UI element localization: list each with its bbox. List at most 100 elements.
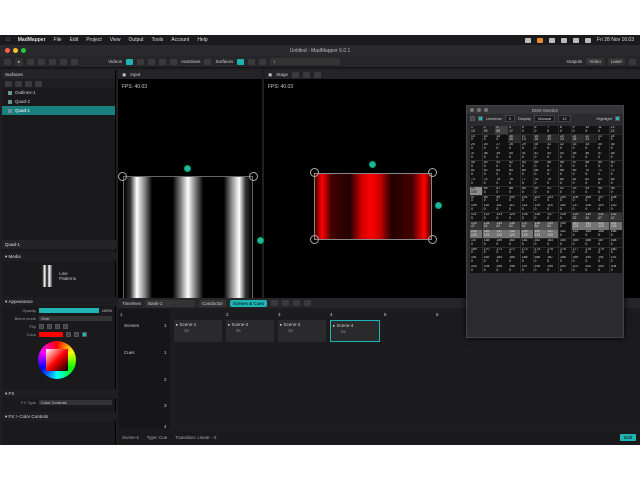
group-surface-icon[interactable] (25, 80, 32, 87)
dmx-zoom-button[interactable] (484, 108, 488, 112)
search-icon[interactable] (573, 37, 580, 43)
autosave-toggle[interactable] (204, 58, 212, 65)
color-controls-section[interactable]: ▾ FX > Color Controls (2, 412, 116, 421)
menu-file[interactable]: File (54, 37, 62, 43)
stage-surface-quad[interactable] (314, 173, 432, 240)
color-mode-2[interactable] (74, 331, 79, 337)
video-mode-button[interactable]: ▸ (15, 57, 24, 66)
view-mode-5[interactable] (169, 58, 177, 65)
tool-icon-4[interactable] (60, 58, 68, 65)
fx-type-select[interactable]: Color Controls (39, 399, 112, 405)
play-icon[interactable] (281, 300, 289, 306)
visibility-checkbox[interactable] (8, 108, 12, 113)
scene-cell-1[interactable]: ▸ Scene-1 3s (174, 320, 222, 342)
surface-mode-3[interactable] (259, 58, 267, 65)
stage-tool-3[interactable] (314, 71, 322, 78)
surface-item-outlines-1[interactable]: Outlines-1 (2, 88, 115, 97)
fx-section[interactable]: ▾ FX (2, 389, 116, 398)
delete-surface-icon[interactable] (35, 80, 42, 87)
visibility-checkbox[interactable] (8, 99, 12, 104)
appearance-section[interactable]: ▾ Appearance (2, 297, 116, 306)
laser-output-button[interactable]: Laser (607, 58, 625, 65)
stage-tool-1[interactable] (292, 71, 300, 78)
stage-tool-2[interactable] (303, 71, 311, 78)
view-mode-1[interactable] (125, 58, 133, 65)
rotate-button[interactable] (55, 323, 60, 329)
menu-help[interactable]: Help (197, 37, 207, 43)
dmx-mode-1[interactable] (470, 116, 475, 121)
tool-icon-3[interactable] (49, 58, 57, 65)
opacity-slider[interactable] (39, 307, 99, 313)
menu-account[interactable]: Account (171, 37, 189, 43)
right-edge-handle[interactable] (257, 237, 264, 244)
battery-icon[interactable] (549, 37, 556, 43)
next-icon[interactable] (303, 300, 311, 306)
menubar-clock[interactable]: Fri 28 Nov 16:03 (597, 37, 634, 43)
close-window-button[interactable] (5, 48, 10, 53)
stage-corner-bl[interactable] (310, 235, 319, 244)
dmx-mode-2[interactable] (478, 116, 483, 121)
dmx-monitor-window[interactable]: DMX Monitor Universe 0 Display Manual 12… (466, 105, 624, 338)
status-icon[interactable] (525, 37, 532, 43)
dmx-minimize-button[interactable] (477, 108, 481, 112)
menu-project[interactable]: Project (86, 37, 102, 43)
bank-select[interactable]: Bank-1 (145, 299, 196, 307)
flip-h-button[interactable] (39, 323, 44, 329)
display-num[interactable]: 12 (558, 115, 571, 122)
universe-input[interactable]: 0 (504, 115, 516, 122)
stage-corner-tl[interactable] (310, 168, 319, 177)
view-mode-2[interactable] (136, 58, 144, 65)
menu-view[interactable]: View (110, 37, 121, 43)
toggle-sidebar-icon[interactable] (4, 58, 11, 65)
flip-v-button[interactable] (47, 323, 52, 329)
scenes-cues-tab[interactable]: Scenes & Cues (229, 299, 267, 307)
surface-item-quad-1[interactable]: Quad-1 (2, 106, 115, 115)
media-section[interactable]: ▾ Media (2, 252, 116, 261)
surface-mode-1[interactable] (237, 58, 245, 65)
rotate2-button[interactable] (63, 323, 68, 329)
surface-selector[interactable]: ↕ (270, 58, 341, 65)
surface-mode-2[interactable] (248, 58, 256, 65)
control-center-icon[interactable] (585, 37, 592, 43)
display-select[interactable]: Manual (534, 115, 556, 122)
corner-handle-tr[interactable] (249, 172, 258, 181)
video-output-button[interactable]: Video (586, 58, 604, 65)
stage-top-handle[interactable] (369, 161, 376, 168)
conductor-tab[interactable]: Conductor (199, 299, 226, 307)
prev-icon[interactable] (292, 300, 300, 306)
corner-handle-tl[interactable] (118, 172, 127, 181)
stage-right-handle[interactable] (435, 202, 442, 209)
timelines-tab[interactable]: Timelines (122, 301, 141, 306)
duplicate-surface-icon[interactable] (15, 80, 22, 87)
tool-icon-2[interactable] (38, 58, 46, 65)
color-wheel[interactable] (38, 341, 76, 379)
color-swatch[interactable] (39, 331, 63, 337)
top-edge-handle[interactable] (184, 165, 191, 172)
dmx-close-button[interactable] (470, 108, 474, 112)
scene-cell-4[interactable]: ▸ Scene-4 0s (330, 320, 380, 342)
surface-item-quad-2[interactable]: Quad-2 (2, 97, 115, 106)
view-mode-3[interactable] (147, 58, 155, 65)
menu-app-name[interactable]: MadMapper (18, 37, 46, 43)
visibility-checkbox[interactable] (8, 90, 12, 95)
view-mode-4[interactable] (158, 58, 166, 65)
minimize-window-button[interactable] (13, 48, 18, 53)
highlight-toggle[interactable] (615, 116, 620, 121)
recording-icon[interactable] (537, 37, 544, 43)
color-mode-3[interactable] (82, 331, 87, 337)
input-view[interactable]: ▣ Input FPS: 40.03 (118, 70, 264, 322)
edit-button[interactable]: Edit (620, 434, 636, 441)
color-mode-1[interactable] (66, 331, 71, 337)
tool-icon-5[interactable] (71, 58, 79, 65)
apple-icon[interactable]:  (6, 37, 10, 43)
add-surface-icon[interactable] (5, 80, 12, 87)
input-media-preview[interactable] (123, 176, 253, 306)
menu-output[interactable]: Output (129, 37, 144, 43)
stop-icon[interactable] (270, 300, 278, 306)
autosave-label[interactable]: AutoSave (181, 59, 201, 64)
scene-cell-2[interactable]: ▸ Scene-2 3s (226, 320, 274, 342)
menu-tools[interactable]: Tools (152, 37, 164, 43)
stage-corner-tr[interactable] (428, 168, 437, 177)
wifi-icon[interactable] (561, 37, 568, 43)
settings-icon[interactable] (629, 58, 636, 65)
